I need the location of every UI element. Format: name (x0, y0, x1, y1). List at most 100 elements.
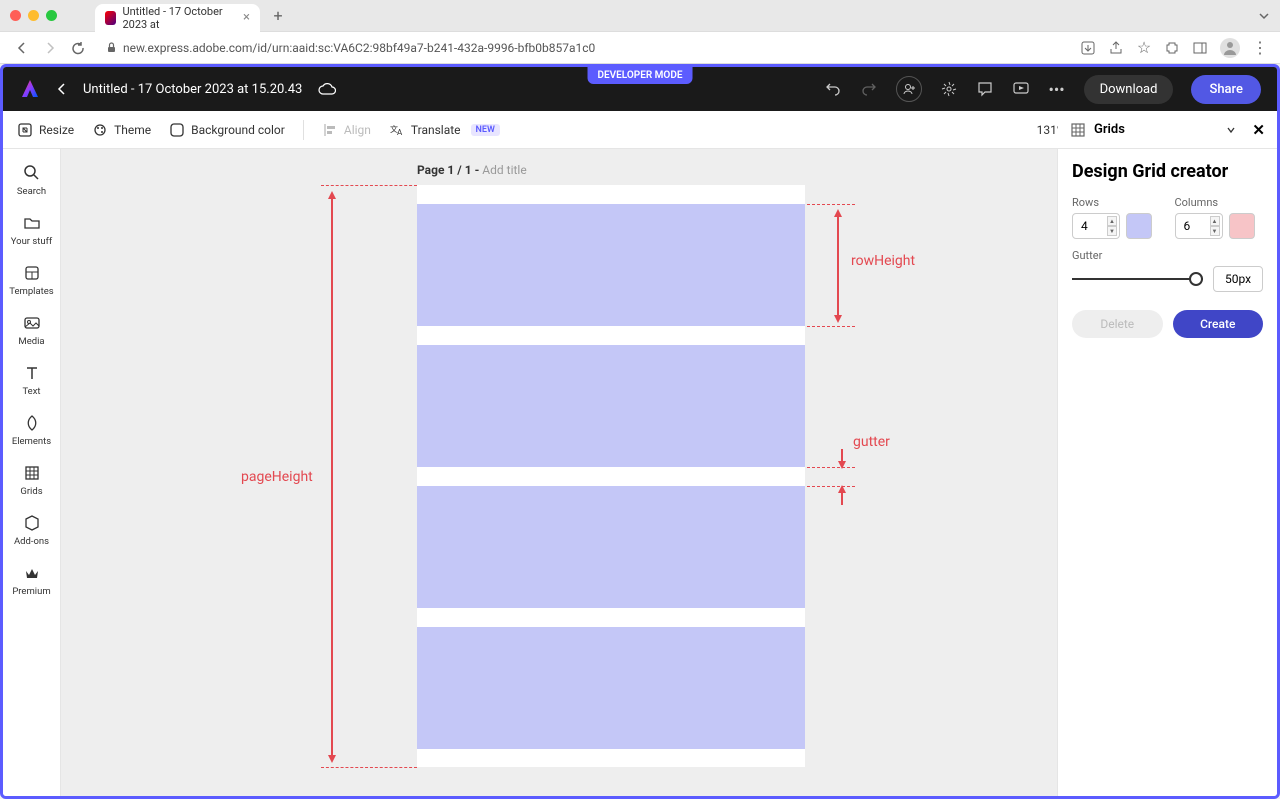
window-minimize-light[interactable] (28, 10, 39, 21)
rows-input[interactable]: 4 ▲▼ (1072, 213, 1120, 239)
arrow-down-icon (834, 315, 842, 323)
panel-name: Grids (1094, 122, 1125, 137)
grid-row[interactable] (417, 345, 805, 467)
text-icon (22, 363, 42, 383)
present-icon[interactable] (1012, 80, 1030, 98)
tabs-overflow-icon[interactable] (1258, 10, 1270, 22)
arrow-down-icon (328, 755, 336, 763)
addons-icon (22, 513, 42, 533)
resize-label: Resize (39, 123, 74, 137)
share-url-icon[interactable] (1108, 40, 1124, 56)
sidebar-item-grids[interactable]: Grids (3, 457, 60, 503)
page-info[interactable]: Page 1 / 1 - Add title (417, 163, 527, 177)
sidebar-item-label: Grids (20, 486, 42, 497)
panel-icon[interactable] (1192, 40, 1208, 56)
more-options-icon[interactable]: ••• (1048, 80, 1066, 98)
toolbar-divider (303, 120, 304, 140)
svg-text:A: A (397, 128, 403, 137)
slider-thumb[interactable] (1189, 272, 1203, 286)
adobe-express-logo-icon[interactable] (19, 78, 41, 100)
more-menu-icon[interactable]: ⋮ (1252, 40, 1268, 56)
extensions-icon[interactable] (1164, 40, 1180, 56)
gutter-slider[interactable] (1072, 278, 1203, 280)
panel-header: Grids ✕ (1058, 111, 1277, 149)
columns-stepper[interactable]: ▲▼ (1210, 216, 1220, 236)
rows-label: Rows (1072, 196, 1161, 209)
rows-value: 4 (1073, 219, 1088, 233)
add-title-placeholder: Add title (482, 163, 526, 177)
sidebar-item-search[interactable]: Search (3, 157, 60, 203)
sidebar-item-label: Your stuff (11, 236, 53, 247)
bookmark-icon[interactable]: ☆ (1136, 40, 1152, 56)
sidebar-item-premium[interactable]: Premium (3, 557, 60, 603)
right-panel: Grids ✕ Design Grid creator Rows 4 ▲▼ (1057, 149, 1277, 796)
rows-stepper[interactable]: ▲▼ (1107, 216, 1117, 236)
page-number: Page 1 / 1 - (417, 163, 482, 177)
sidebar-item-elements[interactable]: Elements (3, 407, 60, 453)
grid-row[interactable] (417, 486, 805, 608)
columns-input[interactable]: 6 ▲▼ (1175, 213, 1223, 239)
sidebar-item-label: Elements (12, 436, 51, 447)
invite-user-icon[interactable] (896, 76, 922, 102)
window-maximize-light[interactable] (46, 10, 57, 21)
sidebar-item-templates[interactable]: Templates (3, 257, 60, 303)
bgcolor-tool[interactable]: Background color (169, 122, 285, 138)
sidebar-item-text[interactable]: Text (3, 357, 60, 403)
undo-icon[interactable] (824, 80, 842, 98)
arrow-down-icon (838, 461, 846, 469)
page-canvas[interactable] (417, 185, 805, 767)
delete-button: Delete (1072, 310, 1163, 338)
document-title[interactable]: Untitled - 17 October 2023 at 15.20.43 (83, 82, 302, 97)
panel-close-icon[interactable]: ✕ (1252, 121, 1265, 139)
grid-row[interactable] (417, 204, 805, 326)
help-icon[interactable] (940, 80, 958, 98)
elements-icon (22, 413, 42, 433)
search-icon (22, 163, 42, 183)
browser-forward-button[interactable] (40, 38, 60, 58)
comment-icon[interactable] (976, 80, 994, 98)
row-color-swatch[interactable] (1126, 213, 1152, 239)
tab-close-icon[interactable]: × (243, 10, 250, 25)
annotation-line (807, 204, 855, 205)
sidebar-item-label: Add-ons (14, 536, 49, 547)
resize-tool[interactable]: Resize (17, 122, 74, 138)
sidebar-item-addons[interactable]: Add-ons (3, 507, 60, 553)
browser-tab[interactable]: Untitled - 17 October 2023 at × (95, 4, 260, 32)
new-tab-button[interactable]: + (268, 6, 288, 26)
url-text: new.express.adobe.com/id/urn:aaid:sc:VA6… (123, 41, 595, 55)
media-icon (22, 313, 42, 333)
sidebar-item-yourstuff[interactable]: Your stuff (3, 207, 60, 253)
templates-icon (22, 263, 42, 283)
url-field[interactable]: new.express.adobe.com/id/urn:aaid:sc:VA6… (106, 41, 1072, 55)
grid-row[interactable] (417, 627, 805, 749)
sidebar-item-media[interactable]: Media (3, 307, 60, 353)
cloud-sync-icon (318, 82, 336, 96)
browser-back-button[interactable] (12, 38, 32, 58)
redo-icon[interactable] (860, 80, 878, 98)
sidebar-item-label: Media (18, 336, 44, 347)
browser-tab-bar: Untitled - 17 October 2023 at × + (0, 0, 1280, 32)
header-back-button[interactable] (57, 82, 67, 96)
annotation-arrow (837, 211, 839, 321)
canvas-area[interactable]: Page 1 / 1 - Add title pageHeight rowHei… (61, 149, 1057, 796)
browser-reload-button[interactable] (68, 38, 88, 58)
download-button[interactable]: Download (1084, 75, 1174, 104)
annotation-line (807, 486, 855, 487)
gutter-value[interactable]: 50px (1213, 266, 1263, 292)
columns-label: Columns (1175, 196, 1264, 209)
column-color-swatch[interactable] (1229, 213, 1255, 239)
profile-icon[interactable] (1220, 38, 1240, 58)
translate-tool[interactable]: 文ATranslateNEW (389, 122, 500, 138)
grids-icon (22, 463, 42, 483)
annotation-line (321, 767, 417, 768)
panel-collapse-icon[interactable] (1226, 125, 1236, 135)
create-button[interactable]: Create (1173, 310, 1264, 338)
window-close-light[interactable] (10, 10, 21, 21)
share-button[interactable]: Share (1191, 75, 1261, 104)
left-sidebar: Search Your stuff Templates Media Text E… (3, 149, 61, 796)
folder-icon (22, 213, 42, 233)
annotation-rowheight: rowHeight (851, 253, 915, 269)
install-app-icon[interactable] (1080, 40, 1096, 56)
url-actions: ☆ ⋮ (1080, 38, 1268, 58)
theme-tool[interactable]: Theme (92, 122, 151, 138)
